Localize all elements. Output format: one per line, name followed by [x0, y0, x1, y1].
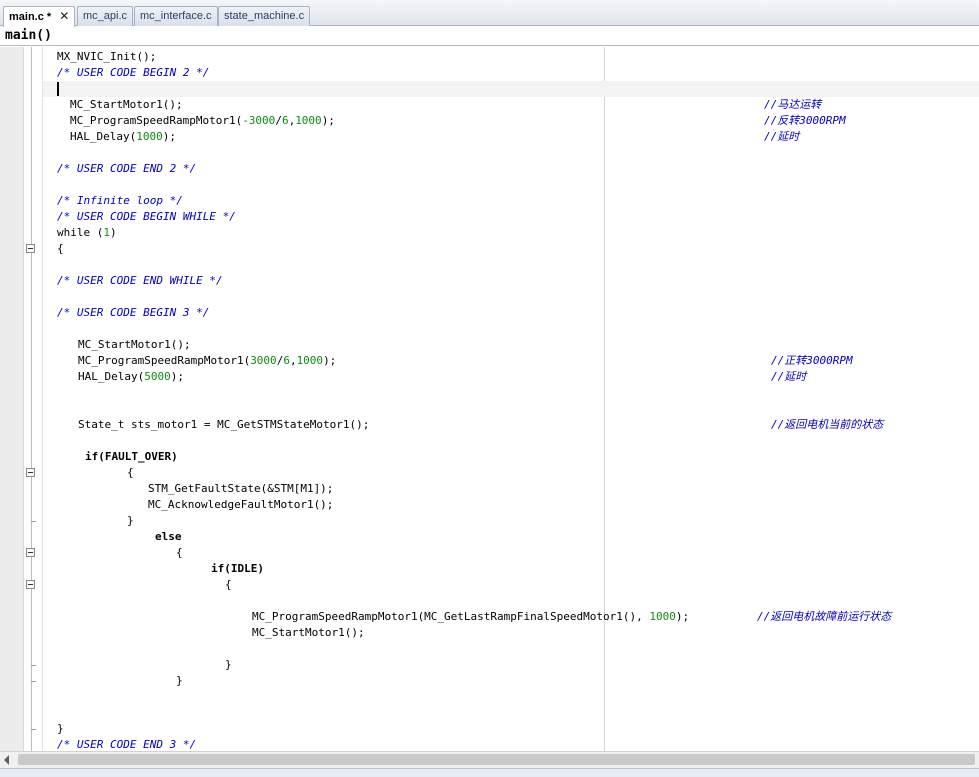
code-number: 5000: [144, 370, 171, 383]
code-token: HAL_Delay(: [70, 130, 137, 143]
code-token: /: [275, 114, 282, 127]
close-icon[interactable]: ✕: [59, 9, 69, 23]
code-line: MC_ProgramSpeedRampMotor1(-3000/6,1000);: [70, 113, 335, 129]
code-line: MX_NVIC_Init();: [57, 50, 157, 63]
code-number: 1000: [296, 354, 324, 367]
code-line: MC_StartMotor1();: [78, 338, 191, 351]
code-comment: /* USER CODE END WHILE */: [57, 274, 223, 287]
fold-minus-icon[interactable]: [26, 580, 35, 589]
code-line: }: [127, 514, 134, 527]
code-line: if(FAULT_OVER): [85, 450, 178, 463]
fold-end-tick: [31, 665, 36, 666]
current-function-name[interactable]: main(): [5, 27, 52, 44]
bottom-panel-edge: [0, 768, 979, 777]
code-token: );: [675, 610, 690, 623]
code-line: MC_AcknowledgeFaultMotor1();: [148, 498, 334, 511]
code-token: HAL_Delay(: [78, 370, 145, 383]
code-line: while (1): [57, 225, 117, 241]
code-number: 6: [281, 114, 289, 127]
code-line: {: [57, 242, 64, 255]
code-token: );: [321, 114, 335, 127]
code-line: }: [57, 722, 64, 735]
code-line: else: [155, 530, 182, 543]
code-comment: //返回电机当前的状态: [771, 418, 884, 431]
code-comment: /* USER CODE END 2 */: [57, 162, 197, 175]
code-line: MC_ProgramSpeedRampMotor1(MC_GetLastRamp…: [252, 609, 689, 625]
tab-label: mc_api.c: [83, 10, 128, 22]
function-navigation-bar[interactable]: main(): [0, 26, 979, 46]
code-number: -3000: [242, 114, 276, 127]
code-comment: //反转3000RPM: [764, 114, 846, 127]
code-line: HAL_Delay(1000);: [70, 129, 176, 145]
code-line: }: [225, 658, 232, 671]
tab-mc-interface-c[interactable]: mc_interface.c: [134, 6, 218, 26]
code-line: MC_StartMotor1();: [70, 98, 183, 111]
code-comment: //延时: [764, 130, 800, 143]
fold-end-tick: [31, 681, 36, 682]
tab-mc-api-c[interactable]: mc_api.c: [77, 6, 134, 26]
code-editor[interactable]: MX_NVIC_Init(); /* USER CODE BEGIN 2 */ …: [0, 47, 979, 751]
scroll-left-arrow-icon[interactable]: [4, 755, 9, 765]
scrollbar-thumb[interactable]: [18, 754, 975, 765]
fold-end-tick: [31, 521, 36, 522]
fold-end-tick: [31, 729, 36, 730]
fold-minus-icon[interactable]: [26, 244, 35, 253]
code-line: if(IDLE): [211, 562, 264, 575]
code-token: );: [162, 130, 176, 143]
tab-label: state_machine.c: [224, 10, 305, 22]
code-token: MC_ProgramSpeedRampMotor1(MC_GetLastRamp…: [252, 610, 650, 623]
code-comment: //返回电机故障前运行状态: [757, 610, 892, 623]
code-number: 1: [103, 226, 110, 239]
code-comment: /* USER CODE BEGIN 3 */: [57, 306, 210, 319]
tab-main-c[interactable]: main.c * ✕: [3, 6, 76, 27]
code-line: {: [225, 578, 232, 591]
code-number: 1000: [649, 610, 676, 623]
code-keyword: while (: [57, 226, 104, 239]
code-number: 1000: [295, 114, 322, 127]
code-token: );: [323, 354, 337, 367]
code-comment: //正转3000RPM: [771, 354, 853, 367]
code-line: MC_StartMotor1();: [252, 626, 365, 639]
code-token: ,: [289, 354, 297, 367]
tab-label: mc_interface.c: [140, 10, 212, 22]
code-line: STM_GetFaultState(&STM[M1]);: [148, 482, 334, 495]
tab-label: main.c *: [9, 11, 52, 23]
right-edge-guide: [604, 47, 605, 751]
fold-margin-line: [31, 47, 32, 751]
code-line: }: [176, 674, 183, 687]
code-comment: /* USER CODE BEGIN 2 */: [57, 66, 210, 79]
code-token: MC_ProgramSpeedRampMotor1(: [78, 354, 251, 367]
current-line-highlight: [43, 81, 979, 97]
code-token: );: [170, 370, 184, 383]
code-comment: //马达运转: [764, 98, 822, 111]
code-line: State_t sts_motor1 = MC_GetSTMStateMotor…: [78, 418, 370, 431]
code-line: MC_ProgramSpeedRampMotor1(3000/6,1000);: [78, 353, 336, 369]
editor-tab-bar: main.c * ✕ mc_api.c mc_interface.c state_…: [0, 0, 979, 27]
line-gutter[interactable]: [0, 47, 24, 751]
code-comment: /* USER CODE BEGIN WHILE */: [57, 210, 236, 223]
text-margin-line: [42, 47, 43, 751]
code-token: ): [109, 226, 117, 239]
fold-minus-icon[interactable]: [26, 548, 35, 557]
code-number: 3000: [250, 354, 277, 367]
fold-minus-icon[interactable]: [26, 468, 35, 477]
text-cursor: [57, 82, 59, 96]
code-number: 1000: [136, 130, 163, 143]
code-line: HAL_Delay(5000);: [78, 369, 184, 385]
code-comment: /* Infinite loop */: [57, 194, 183, 207]
code-comment: //延时: [771, 370, 807, 383]
code-number: 6: [283, 354, 290, 367]
horizontal-scrollbar[interactable]: [0, 751, 979, 768]
code-token: MC_ProgramSpeedRampMotor1(: [70, 114, 243, 127]
tab-state-machine-c[interactable]: state_machine.c: [218, 6, 311, 26]
code-line: {: [127, 466, 134, 479]
code-line: {: [176, 546, 183, 559]
